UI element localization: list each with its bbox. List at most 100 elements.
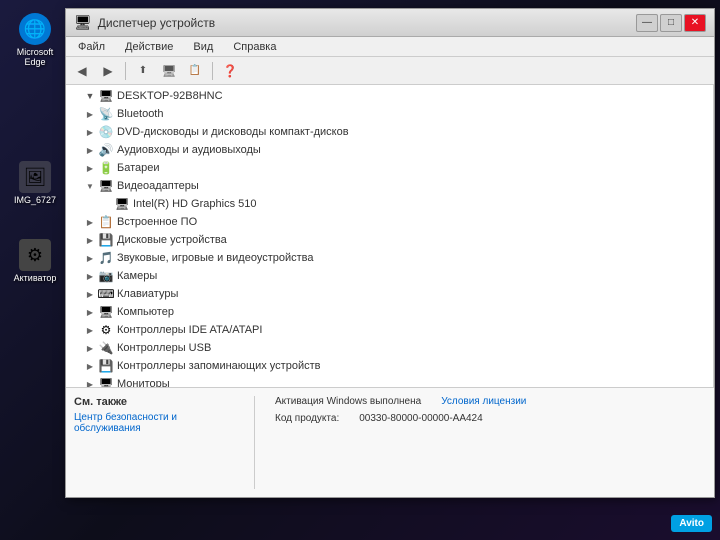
status-left: См. также Центр безопасности и обслужива… (74, 396, 234, 489)
back-button[interactable]: ◀ (70, 60, 94, 82)
edge-label: Microsoft Edge (8, 47, 62, 67)
tree-item-dvd[interactable]: ▶💿DVD-дисководы и дисководы компакт-диск… (66, 123, 713, 141)
label-sound: Звуковые, игровые и видеоустройства (117, 252, 314, 264)
label-bluetooth: Bluetooth (117, 108, 163, 120)
expand-battery[interactable]: ▶ (82, 160, 98, 176)
device-manager-window: 🖥 Диспетчер устройств — □ ✕ Файл Действи… (65, 8, 715, 498)
tree-item-sound[interactable]: ▶🎵Звуковые, игровые и видеоустройства (66, 249, 713, 267)
expand-ide[interactable]: ▶ (82, 322, 98, 338)
activation-text: Активация Windows выполнена (275, 396, 421, 407)
expand-dvd[interactable]: ▶ (82, 124, 98, 140)
desktop: 🌐 Microsoft Edge 🖼 IMG_6727 ⚙ Активатор … (0, 0, 720, 540)
tree-item-computer[interactable]: ▶🖥Компьютер (66, 303, 713, 321)
icon-computer: 🖥 (98, 304, 114, 320)
icon-sound: 🎵 (98, 250, 114, 266)
label-keyboard: Клавиатуры (117, 288, 178, 300)
toolbar-sep-1 (125, 62, 126, 80)
img-file-icon[interactable]: 🖼 IMG_6727 (11, 158, 59, 208)
tree-item-audio[interactable]: ▶🔊Аудиовходы и аудиовыходы (66, 141, 713, 159)
status-right: Активация Windows выполнена Условия лице… (275, 396, 706, 489)
icon-intel_graphics: 🖥 (114, 196, 130, 212)
toolbar-btn-list[interactable]: 📋 (183, 60, 207, 82)
tree-item-keyboard[interactable]: ▶⌨Клавиатуры (66, 285, 713, 303)
menu-view[interactable]: Вид (185, 39, 221, 55)
tree-item-disk[interactable]: ▶💾Дисковые устройства (66, 231, 713, 249)
icon-dvd: 💿 (98, 124, 114, 140)
menu-action[interactable]: Действие (117, 39, 181, 55)
expand-computer[interactable]: ▶ (82, 304, 98, 320)
menu-help[interactable]: Справка (225, 39, 284, 55)
expand-disk[interactable]: ▶ (82, 232, 98, 248)
tree-items: ▶📡Bluetooth▶💿DVD-дисководы и дисководы к… (66, 105, 713, 387)
menu-file[interactable]: Файл (70, 39, 113, 55)
icon-battery: 🔋 (98, 160, 114, 176)
maximize-button[interactable]: □ (660, 14, 682, 32)
close-button[interactable]: ✕ (684, 14, 706, 32)
tree-item-builtin[interactable]: ▶📋Встроенное ПО (66, 213, 713, 231)
img-label: IMG_6727 (14, 195, 56, 205)
tree-item-storage_ctrl[interactable]: ▶💾Контроллеры запоминающих устройств (66, 357, 713, 375)
license-link[interactable]: Условия лицензии (441, 396, 526, 407)
tree-item-usb[interactable]: ▶🔌Контроллеры USB (66, 339, 713, 357)
expand-keyboard[interactable]: ▶ (82, 286, 98, 302)
tree-root[interactable]: ▼ 🖥 DESKTOP-92B8HNC (66, 87, 713, 105)
label-intel_graphics: Intel(R) HD Graphics 510 (133, 198, 257, 210)
menu-bar: Файл Действие Вид Справка (66, 37, 714, 57)
icon-keyboard: ⌨ (98, 286, 114, 302)
expand-monitors[interactable]: ▶ (82, 376, 98, 387)
expand-sound[interactable]: ▶ (82, 250, 98, 266)
tree-item-camera[interactable]: ▶📷Камеры (66, 267, 713, 285)
toolbar-btn-help[interactable]: ❓ (218, 60, 242, 82)
root-computer-icon: 🖥 (98, 88, 114, 104)
expand-usb[interactable]: ▶ (82, 340, 98, 356)
tree-item-bluetooth[interactable]: ▶📡Bluetooth (66, 105, 713, 123)
security-center-link[interactable]: Центр безопасности и обслуживания (74, 412, 234, 434)
expand-bluetooth[interactable]: ▶ (82, 106, 98, 122)
minimize-button[interactable]: — (636, 14, 658, 32)
expand-storage_ctrl[interactable]: ▶ (82, 358, 98, 374)
content-area: ▼ 🖥 DESKTOP-92B8HNC ▶📡Bluetooth▶💿DVD-дис… (66, 85, 714, 387)
product-code-row: Код продукта: 00330-80000-00000-AA424 (275, 413, 706, 424)
icon-ide: ⚙ (98, 322, 114, 338)
tree-item-ide[interactable]: ▶⚙Контроллеры IDE ATA/ATAPI (66, 321, 713, 339)
desktop-icons-area: 🌐 Microsoft Edge 🖼 IMG_6727 ⚙ Активатор (0, 0, 70, 296)
expand-intel_graphics (98, 196, 114, 212)
device-tree[interactable]: ▼ 🖥 DESKTOP-92B8HNC ▶📡Bluetooth▶💿DVD-дис… (66, 85, 714, 387)
title-bar-left: 🖥 Диспетчер устройств (74, 14, 215, 31)
product-code-value: 00330-80000-00000-AA424 (359, 413, 482, 424)
forward-button[interactable]: ▶ (96, 60, 120, 82)
expand-audio[interactable]: ▶ (82, 142, 98, 158)
label-video: Видеоадаптеры (117, 180, 199, 192)
icon-storage_ctrl: 💾 (98, 358, 114, 374)
label-disk: Дисковые устройства (117, 234, 227, 246)
activation-row: Активация Windows выполнена Условия лице… (275, 396, 706, 407)
activator-icon[interactable]: ⚙ Активатор (11, 236, 60, 286)
status-bar: См. также Центр безопасности и обслужива… (66, 387, 714, 497)
expand-video[interactable]: ▼ (82, 178, 98, 194)
tree-item-monitors[interactable]: ▶🖥Мониторы (66, 375, 713, 387)
label-camera: Камеры (117, 270, 157, 282)
product-code-label: Код продукта: (275, 413, 339, 424)
window-icon: 🖥 (74, 14, 92, 31)
avito-badge: Avito (671, 515, 712, 532)
root-expand-icon[interactable]: ▼ (82, 88, 98, 104)
label-builtin: Встроенное ПО (117, 216, 197, 228)
edge-icon-desktop[interactable]: 🌐 Microsoft Edge (5, 10, 65, 70)
label-computer: Компьютер (117, 306, 174, 318)
toolbar-sep-2 (212, 62, 213, 80)
label-monitors: Мониторы (117, 378, 170, 387)
toolbar-btn-screen[interactable]: 🖥 (157, 60, 181, 82)
activator-label: Активатор (14, 273, 57, 283)
toolbar-btn-up[interactable]: ⬆ (131, 60, 155, 82)
icon-disk: 💾 (98, 232, 114, 248)
tree-item-battery[interactable]: ▶🔋Батареи (66, 159, 713, 177)
icon-audio: 🔊 (98, 142, 114, 158)
icon-camera: 📷 (98, 268, 114, 284)
expand-camera[interactable]: ▶ (82, 268, 98, 284)
see-also-title: См. также (74, 396, 234, 408)
status-divider (254, 396, 255, 489)
expand-builtin[interactable]: ▶ (82, 214, 98, 230)
root-label: DESKTOP-92B8HNC (117, 90, 223, 102)
tree-item-video[interactable]: ▼🖥Видеоадаптеры (66, 177, 713, 195)
tree-item-intel_graphics[interactable]: 🖥Intel(R) HD Graphics 510 (66, 195, 713, 213)
